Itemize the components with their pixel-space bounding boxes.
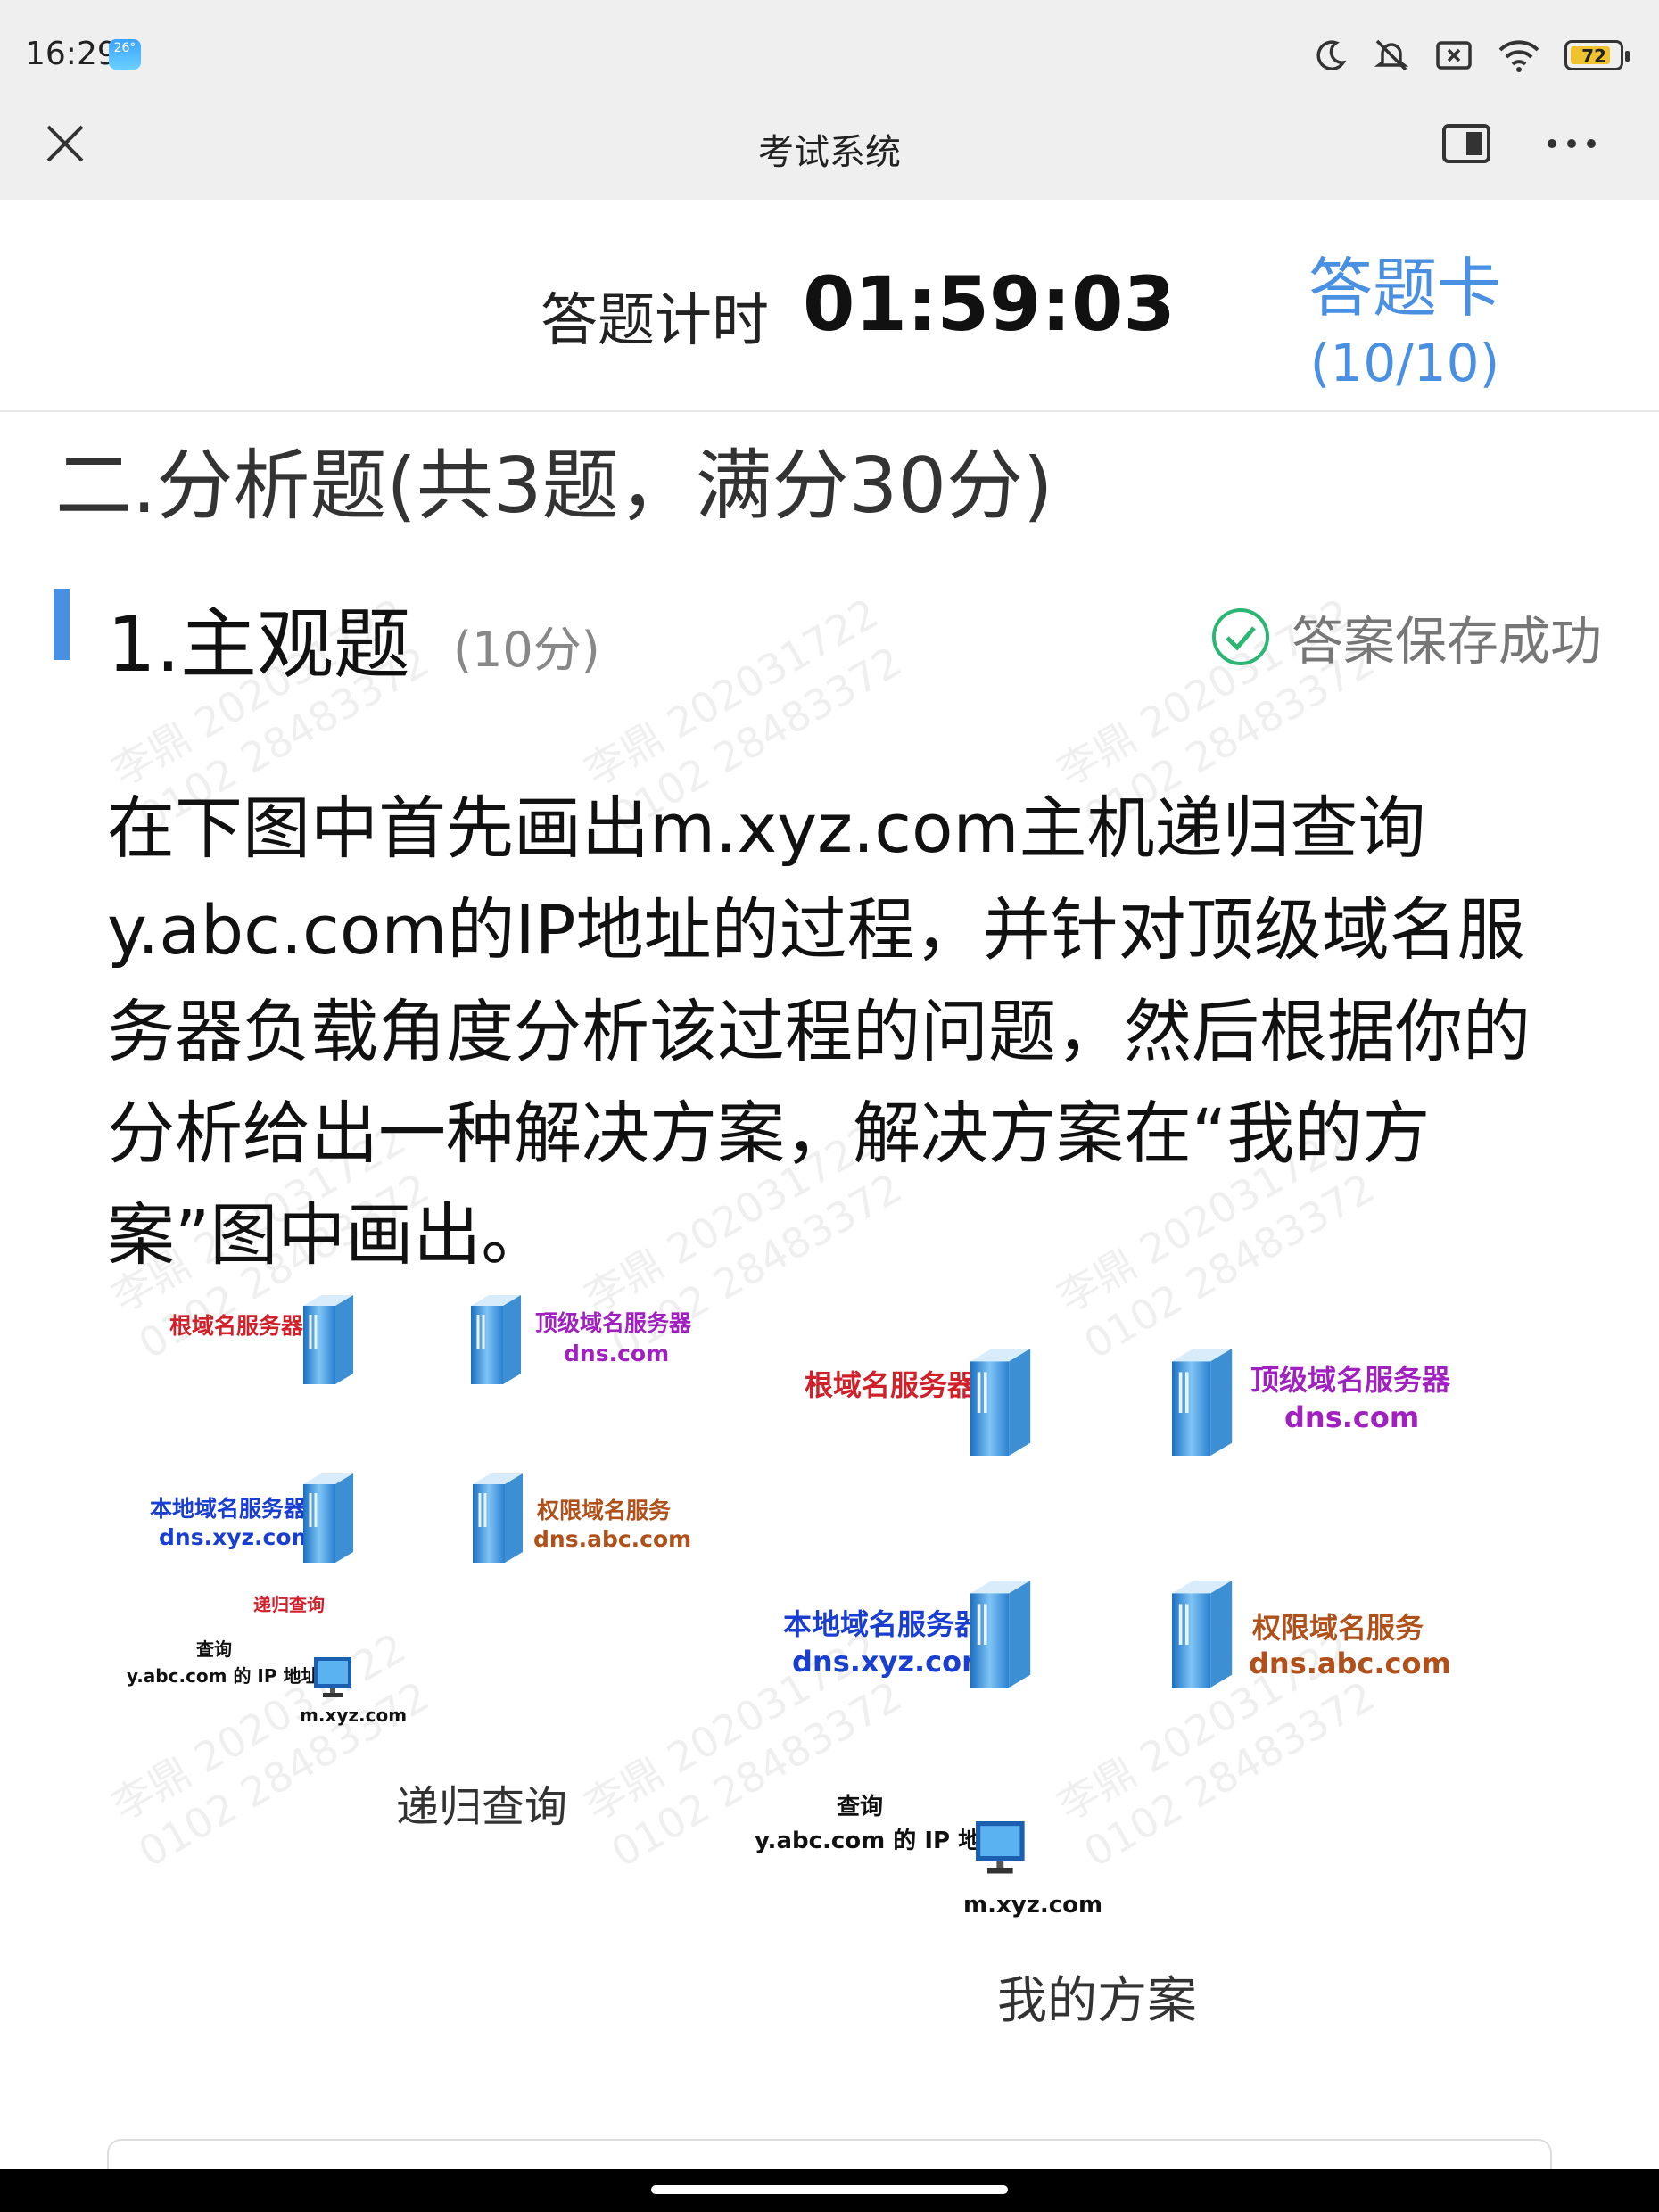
home-indicator[interactable]	[651, 2185, 1008, 2194]
answer-input-area[interactable]	[107, 2139, 1552, 2169]
question-title: 1.主观题	[107, 600, 411, 689]
more-icon[interactable]	[1545, 123, 1598, 164]
right-local-label: 本地域名服务器	[783, 1607, 984, 1641]
question-marker	[54, 589, 70, 660]
save-status: 答案保存成功	[1209, 599, 1602, 674]
left-auth-label: 权限域名服务	[536, 1498, 671, 1523]
battery-level: 72	[1581, 45, 1606, 67]
battery-icon: 72	[1564, 40, 1630, 70]
right-query-line2: y.abc.com 的 IP 地址	[755, 1827, 1004, 1854]
left-recursive-tag: 递归查询	[253, 1594, 325, 1615]
exam-header: 答题计时 01:59:03 答题卡 (10/10)	[0, 200, 1659, 412]
left-local-label: 本地域名服务器	[150, 1496, 307, 1522]
mute-bell-icon	[1374, 39, 1409, 71]
right-host-label: m.xyz.com	[963, 1892, 1102, 1919]
answer-card-count: (10/10)	[1309, 333, 1500, 393]
timer-label: 答题计时	[541, 288, 769, 354]
right-root-label: 根域名服务器	[805, 1368, 977, 1402]
question-score: (10分)	[453, 622, 600, 678]
right-tld-dns: dns.com	[1284, 1400, 1419, 1434]
watermark: 李鼎 202031722 0102 28483372	[103, 1623, 438, 1877]
wifi-icon	[1498, 40, 1539, 72]
status-icons: 72	[1313, 36, 1630, 75]
status-time: 16:29	[25, 36, 118, 72]
system-navigation-bar	[0, 2169, 1659, 2212]
app-title: 考试系统	[758, 132, 901, 173]
right-caption: 我的方案	[997, 1972, 1197, 2030]
left-caption: 递归查询	[396, 1782, 567, 1832]
moon-icon	[1316, 40, 1347, 70]
question-text: 在下图中首先画出m.xyz.com主机递归查询y.abc.com的IP地址的过程…	[107, 788, 1531, 1275]
answer-card-button[interactable]: 答题卡 (10/10)	[1284, 235, 1525, 393]
right-query-line1: 查询	[837, 1794, 883, 1820]
left-local-dns: dns.xyz.com	[159, 1524, 315, 1550]
title-bar: 考试系统	[0, 87, 1659, 200]
timer-value: 01:59:03	[803, 260, 1176, 348]
sim-off-icon	[1436, 41, 1472, 70]
save-status-text: 答案保存成功	[1292, 611, 1603, 672]
weather-icon: 26°	[109, 39, 141, 70]
left-auth-dns: dns.abc.com	[533, 1526, 691, 1552]
left-query-line1: 查询	[196, 1638, 232, 1660]
watermark: 李鼎 202031722 0102 28483372	[576, 1623, 911, 1877]
section-title: 二.分析题(共3题，满分30分)	[55, 442, 1053, 531]
floating-window-icon[interactable]	[1441, 123, 1491, 164]
watermark: 李鼎 202031722 0102 28483372	[1049, 1623, 1383, 1877]
check-circle-icon	[1212, 608, 1269, 665]
answer-card-label: 答题卡	[1308, 251, 1501, 326]
right-tld-label: 顶级域名服务器	[1250, 1363, 1451, 1397]
question-content: 李鼎 202031722 0102 28483372 李鼎 202031722 …	[0, 412, 1659, 2169]
